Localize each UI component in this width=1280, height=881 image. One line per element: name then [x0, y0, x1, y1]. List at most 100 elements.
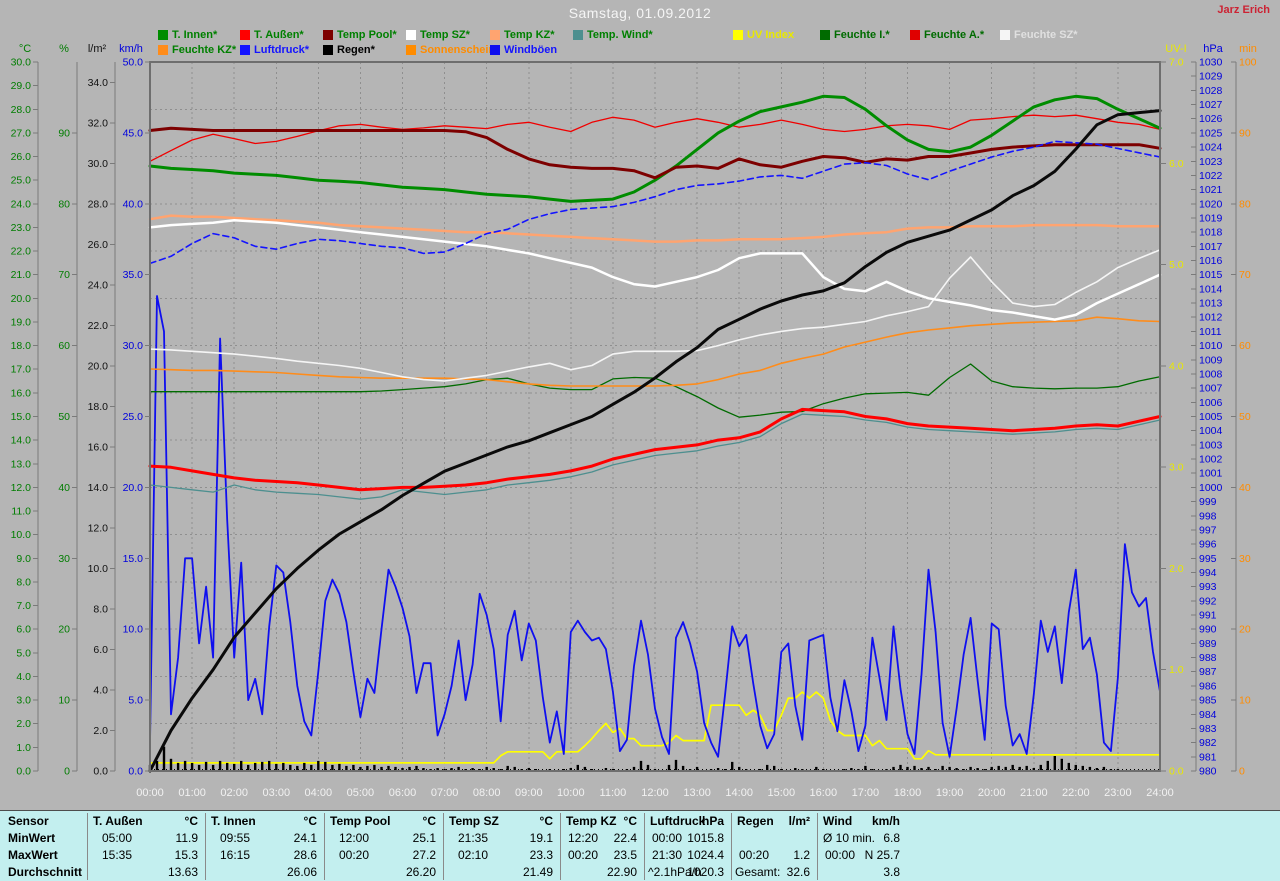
svg-text:°C: °C: [19, 43, 31, 55]
svg-text:1017: 1017: [1199, 241, 1223, 253]
svg-text:80: 80: [1239, 198, 1251, 210]
table-cell: 1.2: [793, 848, 810, 862]
svg-text:12.0: 12.0: [88, 522, 109, 534]
svg-text:995: 995: [1199, 553, 1217, 565]
svg-text:1010: 1010: [1199, 340, 1223, 352]
svg-text:40.0: 40.0: [123, 198, 144, 210]
svg-text:18.0: 18.0: [88, 401, 109, 413]
svg-text:10.0: 10.0: [11, 529, 32, 541]
table-cell: 1015.8: [687, 831, 724, 845]
svg-text:1016: 1016: [1199, 255, 1223, 267]
svg-text:997: 997: [1199, 524, 1217, 536]
svg-text:11:00: 11:00: [600, 787, 627, 799]
table-col-unit: °C: [184, 814, 198, 828]
svg-text:1025: 1025: [1199, 127, 1223, 139]
table-col-unit: °C: [303, 814, 317, 828]
table-row-label: MaxWert: [8, 848, 58, 862]
svg-text:6.0: 6.0: [1169, 158, 1184, 170]
svg-text:16.0: 16.0: [88, 441, 109, 453]
svg-text:1009: 1009: [1199, 354, 1223, 366]
series-regen-summe: [148, 109, 1162, 773]
svg-text:16:00: 16:00: [810, 787, 838, 799]
svg-text:989: 989: [1199, 638, 1217, 650]
svg-text:15:00: 15:00: [768, 787, 796, 799]
svg-text:990: 990: [1199, 624, 1217, 636]
svg-text:20.0: 20.0: [123, 482, 144, 494]
table-separator: [205, 813, 206, 880]
svg-text:20:00: 20:00: [978, 787, 1006, 799]
svg-text:1026: 1026: [1199, 113, 1223, 125]
svg-text:23:00: 23:00: [1104, 787, 1132, 799]
svg-text:l/m²: l/m²: [88, 43, 107, 55]
series-feuchte-i: [149, 363, 1161, 418]
svg-text:2.0: 2.0: [1169, 563, 1184, 575]
svg-text:08:00: 08:00: [473, 787, 501, 799]
table-cell: 19.1: [529, 831, 553, 845]
svg-text:30: 30: [1239, 553, 1251, 565]
svg-text:5.0: 5.0: [16, 647, 31, 659]
svg-text:4.0: 4.0: [16, 671, 31, 683]
svg-text:7.0: 7.0: [16, 600, 31, 612]
svg-text:25.0: 25.0: [123, 411, 144, 423]
table-cell: 26.06: [286, 865, 317, 879]
svg-text:1018: 1018: [1199, 227, 1223, 239]
table-cell: 27.2: [412, 848, 436, 862]
svg-text:0.0: 0.0: [1169, 766, 1184, 778]
weather-chart[interactable]: °C 0.0 1.0 2.0 3.0 4.0 5.0 6.0 7.0 8.0 9.0 10.0 11.0…: [0, 0, 1280, 881]
svg-text:18:00: 18:00: [894, 787, 922, 799]
svg-text:1024: 1024: [1199, 142, 1223, 154]
table-cell: 13.63: [167, 865, 198, 879]
svg-text:991: 991: [1199, 610, 1217, 622]
svg-text:6.0: 6.0: [16, 624, 31, 636]
svg-text:986: 986: [1199, 680, 1217, 692]
svg-text:994: 994: [1199, 567, 1217, 579]
series-temp-wind: [149, 413, 1161, 500]
svg-text:70: 70: [58, 269, 70, 281]
svg-text:26.0: 26.0: [88, 239, 109, 251]
table-cell: 23.3: [529, 848, 553, 862]
svg-text:1027: 1027: [1199, 99, 1223, 111]
svg-text:21:00: 21:00: [1020, 787, 1048, 799]
svg-text:%: %: [59, 43, 69, 55]
svg-text:983: 983: [1199, 723, 1217, 735]
svg-text:50: 50: [1239, 411, 1251, 423]
table-cell: 1020.3: [687, 865, 724, 879]
svg-text:90: 90: [1239, 127, 1251, 139]
svg-text:22:00: 22:00: [1062, 787, 1090, 799]
svg-text:40: 40: [58, 482, 70, 494]
svg-text:1029: 1029: [1199, 71, 1223, 83]
svg-text:16.0: 16.0: [11, 387, 32, 399]
table-separator: [644, 813, 645, 880]
svg-text:21.0: 21.0: [11, 269, 32, 281]
svg-text:23.0: 23.0: [11, 222, 32, 234]
svg-text:24.0: 24.0: [11, 198, 32, 210]
svg-text:982: 982: [1199, 737, 1217, 749]
svg-text:0.0: 0.0: [128, 766, 143, 778]
svg-text:03:00: 03:00: [263, 787, 291, 799]
svg-text:8.0: 8.0: [93, 603, 108, 615]
table-cell: 26.20: [405, 865, 436, 879]
svg-text:0: 0: [1239, 766, 1245, 778]
svg-text:1011: 1011: [1199, 326, 1222, 338]
svg-text:13.0: 13.0: [11, 458, 32, 470]
svg-text:0.0: 0.0: [93, 766, 108, 778]
svg-text:1019: 1019: [1199, 213, 1223, 225]
table-cell: 28.6: [293, 848, 317, 862]
svg-text:01:00: 01:00: [178, 787, 206, 799]
table-cell: 1024.4: [687, 848, 724, 862]
table-cell: 3.8: [883, 865, 900, 879]
svg-text:hPa: hPa: [1203, 43, 1223, 55]
svg-text:981: 981: [1199, 751, 1217, 763]
svg-text:1005: 1005: [1199, 411, 1223, 423]
table-cell: 23.5: [613, 848, 637, 862]
table-col-unit: km/h: [871, 814, 900, 828]
svg-text:988: 988: [1199, 652, 1217, 664]
svg-text:22.0: 22.0: [88, 320, 109, 332]
svg-text:1020: 1020: [1199, 198, 1223, 210]
svg-text:50.0: 50.0: [123, 57, 144, 69]
svg-text:05:00: 05:00: [347, 787, 375, 799]
svg-text:1022: 1022: [1199, 170, 1223, 182]
svg-text:90: 90: [58, 127, 70, 139]
svg-text:60: 60: [1239, 340, 1251, 352]
svg-text:1014: 1014: [1199, 283, 1223, 295]
